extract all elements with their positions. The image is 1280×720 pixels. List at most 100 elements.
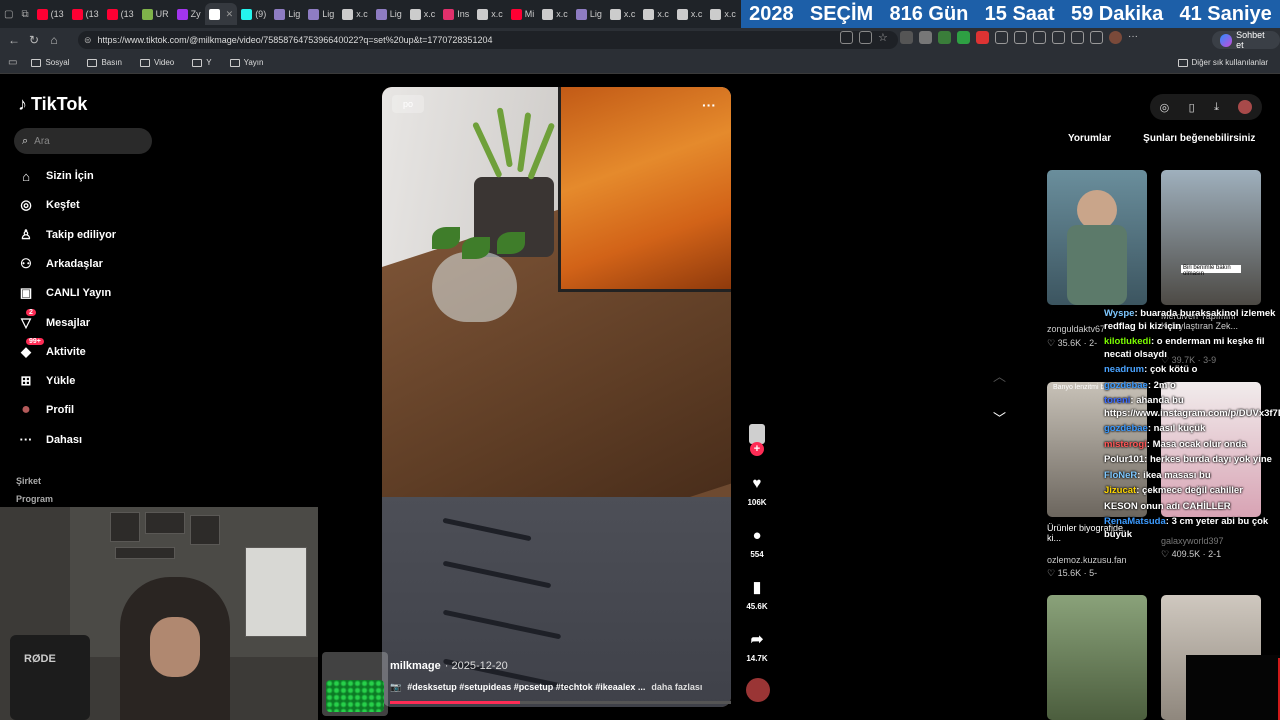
recommended-video-thumb[interactable] [1047, 170, 1147, 305]
search-icon: ⌕ [22, 134, 29, 147]
video-player[interactable]: po ··· [382, 87, 731, 707]
comment-button[interactable]: ● 554 [742, 528, 772, 560]
browser-tab[interactable]: x.c [338, 3, 372, 25]
browser-tab[interactable]: x.c [639, 3, 673, 25]
tab-recommended[interactable]: Şunları beğenebilirsiniz [1143, 133, 1255, 144]
sidebar-item[interactable]: ▽ 2 Mesajlar [18, 308, 90, 331]
browser-tab[interactable]: Zy [173, 3, 205, 25]
downloads-icon[interactable] [1071, 31, 1084, 44]
workspaces-icon[interactable]: ⧉ [21, 9, 28, 20]
browser-tab[interactable]: Lig [270, 3, 304, 25]
sidebar-item[interactable]: ··· Dahası [18, 432, 83, 448]
show-more-link[interactable]: daha fazlası [651, 682, 702, 693]
tab-comments[interactable]: Yorumlar [1068, 133, 1111, 144]
explore-icon[interactable]: ◎ [1160, 101, 1170, 114]
star-icon[interactable]: ☆ [878, 31, 888, 44]
extension-icon[interactable] [900, 31, 913, 44]
sidebar-toggle-icon[interactable]: ▭ [8, 57, 17, 68]
bookmark-folder[interactable]: Yayın [229, 58, 263, 67]
sidebar-item[interactable]: ◎ Keşfet [18, 197, 79, 213]
browser-tab[interactable]: x.c [606, 3, 640, 25]
browser-tab[interactable]: x.c [673, 3, 707, 25]
back-icon[interactable]: ← [4, 30, 24, 50]
tiktok-logo[interactable]: ♪ TikTok [18, 94, 87, 115]
browser-tab[interactable]: (9) [237, 3, 270, 25]
download-icon[interactable]: ⤓ [1214, 101, 1219, 114]
device-icon[interactable]: ▯ [1189, 101, 1195, 114]
reload-icon[interactable]: ↻ [24, 30, 44, 50]
browser-tab[interactable]: ✕ [204, 3, 238, 25]
video-more-icon[interactable]: ··· [702, 97, 716, 113]
browser-tab[interactable]: Mi [507, 3, 539, 25]
chat-message: neadrum: çok kötü o [1104, 364, 1280, 377]
like-button[interactable]: ♥ 106K [742, 476, 772, 508]
other-favorites[interactable]: Diğer sık kullanılanlar [1177, 58, 1268, 67]
extension-icon[interactable] [938, 31, 951, 44]
sidebar-item[interactable]: ⚇ Arkadaşlar [18, 256, 103, 272]
translate-icon[interactable] [859, 31, 872, 44]
thumb-caption[interactable]: zonguldaktv67 [1047, 324, 1105, 334]
creator-avatar[interactable] [749, 424, 765, 444]
bookmark-folder[interactable]: Video [139, 58, 174, 67]
browser-tab[interactable]: (13 [68, 3, 103, 25]
sidebar-item[interactable]: ● Profil [18, 401, 74, 418]
sidebar-item[interactable]: ♙ Takip ediliyor [18, 227, 116, 243]
menu-dots-icon[interactable]: ··· [1128, 31, 1138, 44]
copilot-chat-button[interactable]: Sohbet et [1212, 30, 1280, 50]
recommended-video-thumb[interactable]: Biri benimle bakın olmasın [1161, 170, 1261, 305]
video-hashtags[interactable]: #desksetup #setupideas #pcsetup #techtok… [407, 682, 645, 693]
sound-avatar[interactable] [746, 678, 770, 702]
browser-tab[interactable]: x.c [538, 3, 572, 25]
sidebar-item[interactable]: ◆ 99+ Aktivite [18, 337, 86, 360]
sidebar-item[interactable]: ⊞ Yükle [18, 373, 76, 389]
video-progress-bar[interactable] [390, 701, 731, 704]
bookmark-folder[interactable]: Basın [87, 58, 122, 67]
browser-tab[interactable]: x.c [406, 3, 440, 25]
app-icon[interactable] [840, 31, 853, 44]
follow-plus-icon[interactable]: + [750, 442, 764, 456]
browser-tab[interactable]: Ins [439, 3, 473, 25]
browser-tab[interactable]: Lig [304, 3, 338, 25]
sidebar-item[interactable]: ⌂ Sizin İçin [18, 168, 94, 184]
footer-link-program[interactable]: Program [16, 494, 53, 504]
user-avatar[interactable] [1238, 100, 1253, 114]
extension-icon[interactable] [919, 31, 932, 44]
site-info-icon[interactable]: ⊜ [84, 35, 92, 46]
puzzle-icon[interactable] [995, 31, 1008, 44]
video-username[interactable]: milkmage [390, 660, 441, 672]
upload-icon: ⊞ [20, 373, 32, 389]
chevron-up-icon[interactable]: ︿ [993, 366, 1006, 385]
tab-actions-icon[interactable]: ▢ [4, 9, 13, 20]
favorites-icon[interactable] [1033, 31, 1046, 44]
footer-link-company[interactable]: Şirket [16, 476, 41, 486]
extension-icon[interactable] [976, 31, 989, 44]
browser-tab[interactable]: (13 [103, 3, 138, 25]
bookmark-folder[interactable]: Y [192, 58, 212, 67]
collections-icon[interactable] [1052, 31, 1065, 44]
save-button[interactable]: ▮ 45.6K [742, 580, 772, 612]
tab-label: (13 [50, 9, 64, 19]
chevron-down-icon[interactable]: ﹀ [993, 408, 1006, 427]
browser-tab[interactable]: Lig [372, 3, 406, 25]
browser-tab[interactable]: x.c [706, 3, 740, 25]
sidebar-item[interactable]: ▣ CANLI Yayın [18, 285, 111, 301]
url-field[interactable]: ⊜ https://www.tiktok.com/@milkmage/video… [78, 31, 898, 49]
search-input[interactable]: ⌕ Ara [14, 128, 152, 154]
chat-message: Jizucat: çekmece değil cahiller [1104, 485, 1280, 498]
browser-tab[interactable]: (13 [33, 3, 68, 25]
tab-label: (13 [120, 9, 134, 19]
close-tab-icon[interactable]: ✕ [226, 9, 234, 20]
share-icon: ➦ [750, 631, 764, 648]
browser-tab[interactable]: UR [138, 3, 173, 25]
tab-favicon-icon [676, 8, 688, 20]
browser-profile-avatar[interactable] [1109, 31, 1122, 44]
extension-icon[interactable] [957, 31, 970, 44]
home-icon[interactable]: ⌂ [44, 30, 64, 50]
browser-tab[interactable]: x.c [473, 3, 507, 25]
bookmark-folder[interactable]: Sosyal [31, 58, 69, 67]
split-view-icon[interactable] [1014, 31, 1027, 44]
video-top-label[interactable]: po [392, 95, 424, 113]
browser-tab[interactable]: Lig [572, 3, 606, 25]
settings-icon[interactable] [1090, 31, 1103, 44]
share-button[interactable]: ➦ 14.7K [742, 631, 772, 664]
